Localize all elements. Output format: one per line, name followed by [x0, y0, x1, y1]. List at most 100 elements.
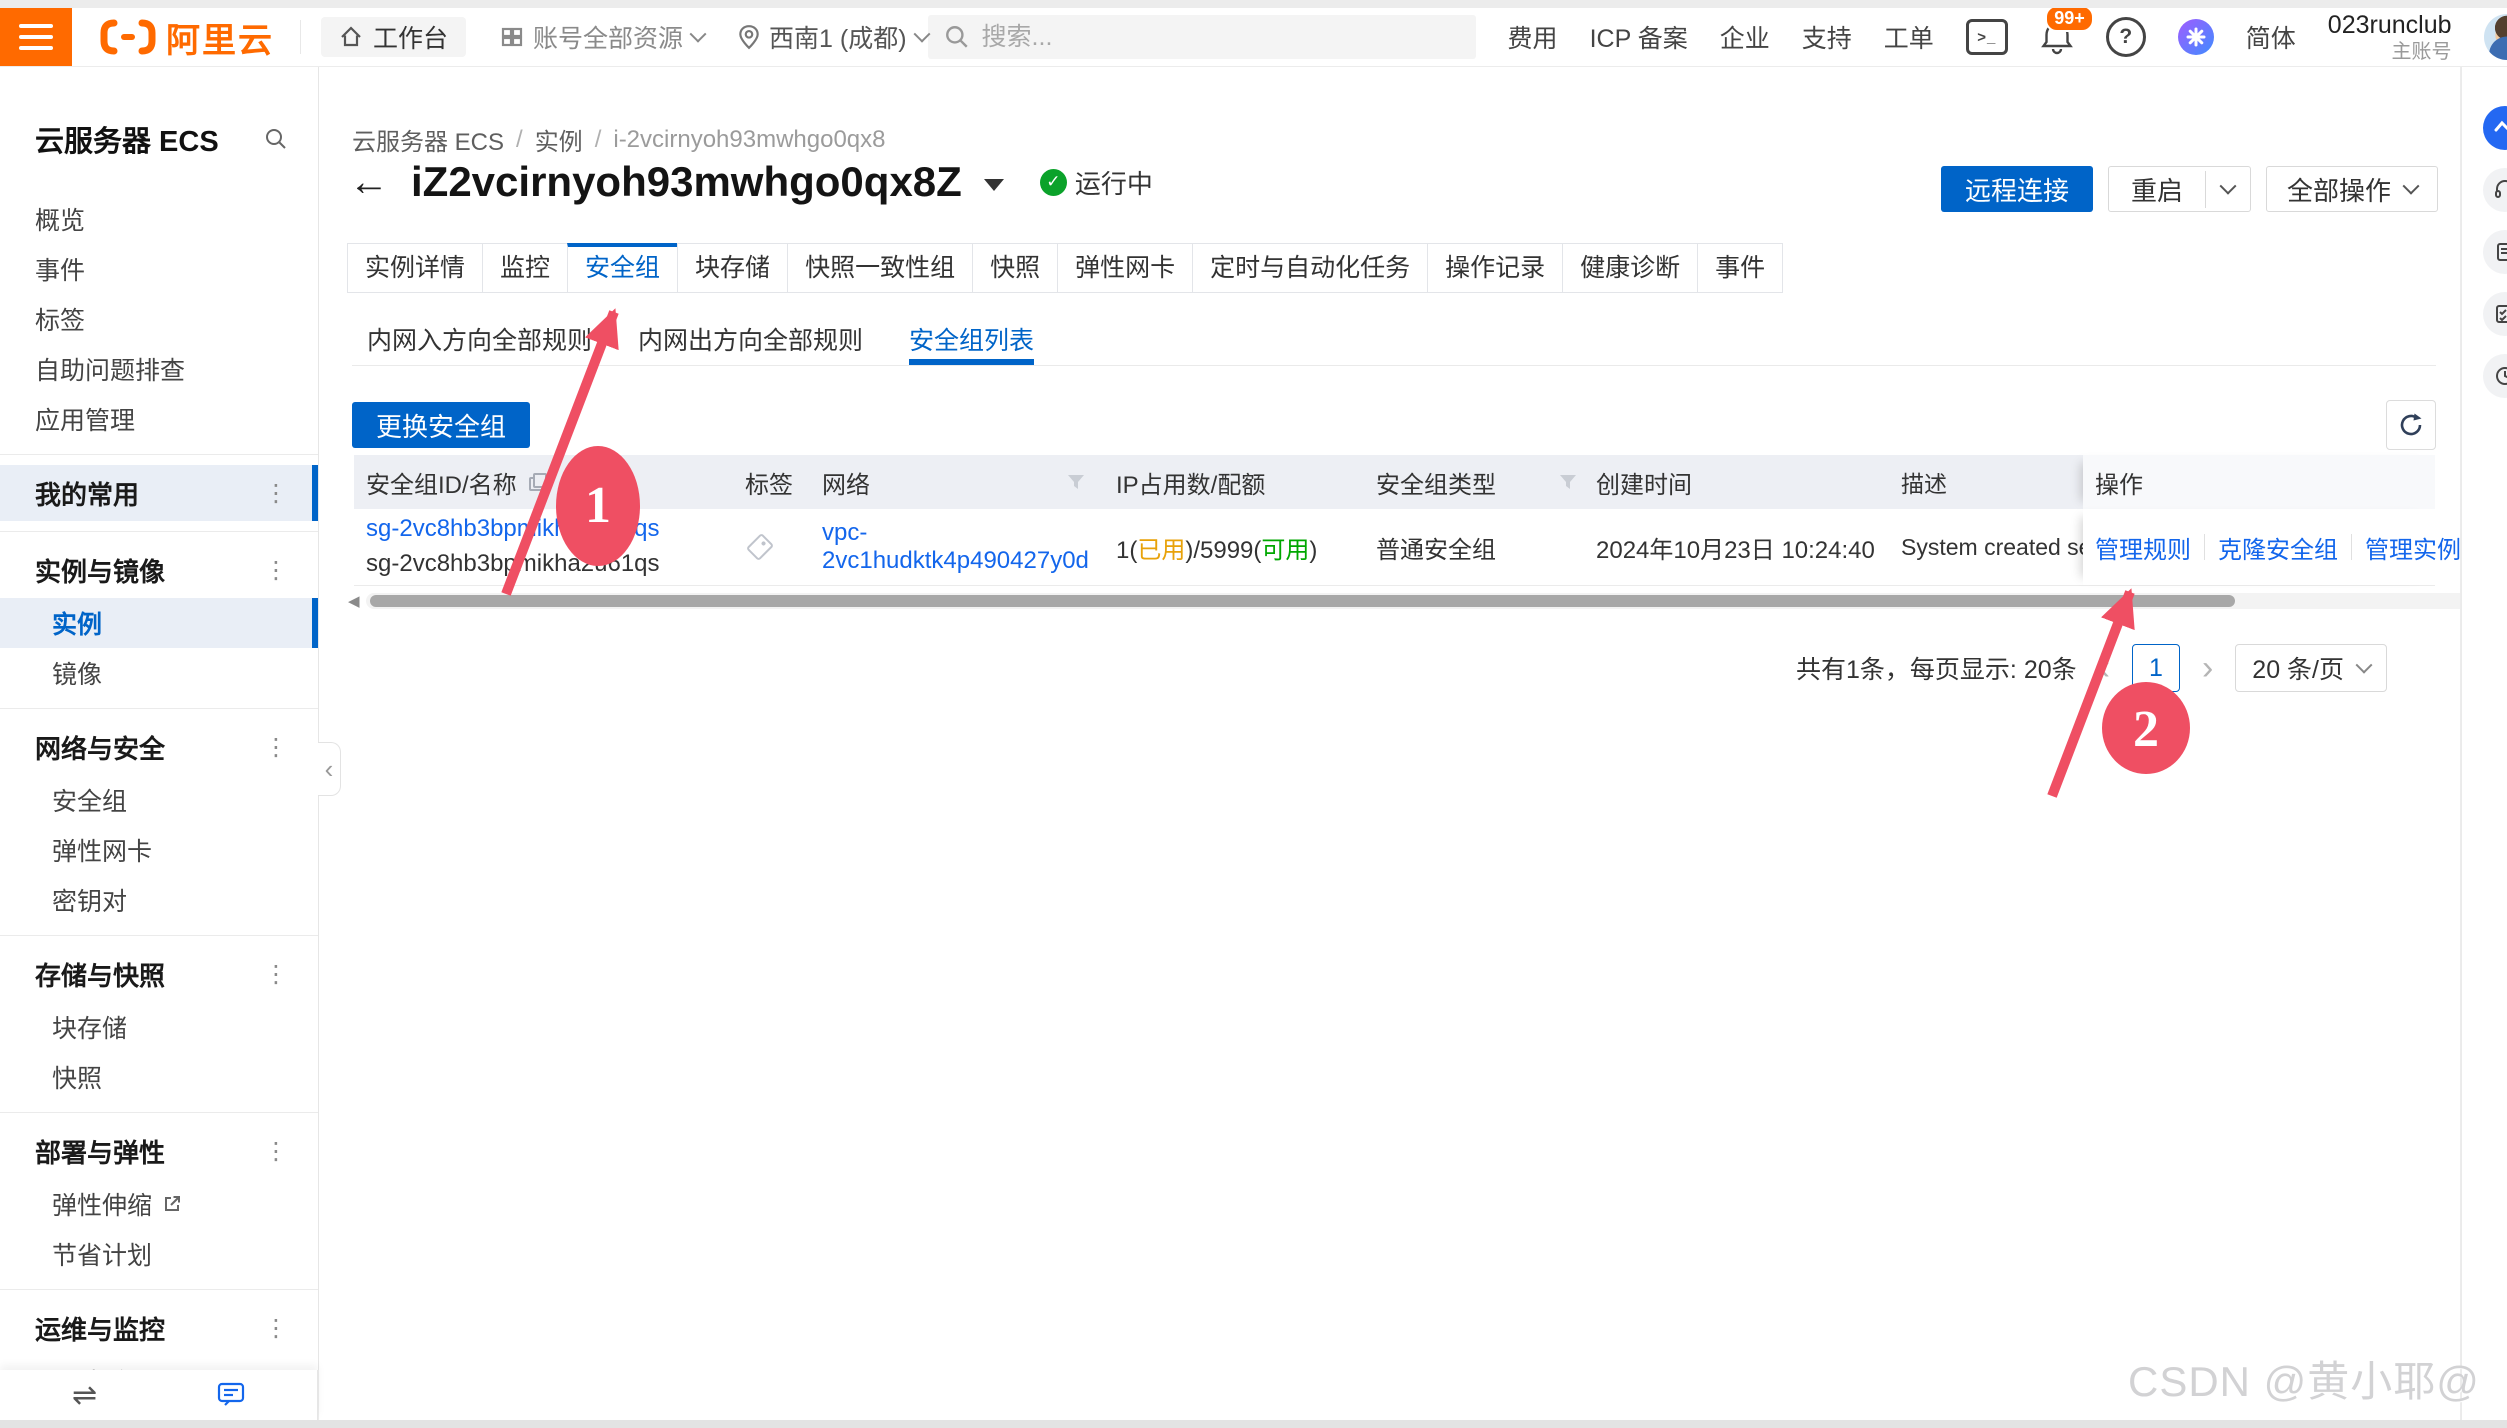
tag-icon[interactable]: [745, 532, 775, 562]
tab-snapshot-consistency-groups[interactable]: 快照一致性组: [787, 243, 973, 293]
scroll-left-arrow[interactable]: ◀: [348, 594, 360, 609]
section-more-icon[interactable]: [264, 960, 288, 989]
sidebar-section-network-security[interactable]: 网络与安全: [0, 719, 318, 775]
manage-rules-link[interactable]: 管理规则: [2095, 530, 2204, 565]
sidebar-item-savings-plan[interactable]: 节省计划: [0, 1229, 318, 1279]
menu-tickets[interactable]: 工单: [1884, 19, 1934, 55]
account-resources-selector[interactable]: 账号全部资源: [500, 19, 704, 55]
copy-icon[interactable]: [527, 471, 549, 493]
docs-icon[interactable]: [2483, 230, 2507, 274]
sidebar-item-cloud-assistant[interactable]: 云助手: [0, 1356, 318, 1370]
menu-icp[interactable]: ICP 备案: [1590, 19, 1688, 55]
cloudshell-icon[interactable]: >_: [1966, 19, 2008, 55]
avatar[interactable]: [2484, 14, 2507, 60]
page-number-button[interactable]: 1: [2132, 644, 2180, 692]
sidebar-item-autoscaling[interactable]: 弹性伸缩: [0, 1179, 318, 1229]
global-search[interactable]: [928, 15, 1476, 59]
subtab-inbound-rules[interactable]: 内网入方向全部规则: [367, 313, 592, 365]
tab-events[interactable]: 事件: [1697, 243, 1783, 293]
tab-eni[interactable]: 弹性网卡: [1057, 243, 1193, 293]
sidebar-section-favorites[interactable]: 我的常用: [0, 465, 318, 521]
notifications-bell-icon[interactable]: 99+: [2040, 19, 2074, 55]
change-security-group-button[interactable]: 更换安全组: [352, 402, 530, 448]
switch-version-icon[interactable]: ⇌: [72, 1378, 97, 1413]
remote-connect-button[interactable]: 远程连接: [1941, 166, 2093, 212]
page-size-selector[interactable]: 20 条/页: [2235, 644, 2387, 692]
tab-scheduled-tasks[interactable]: 定时与自动化任务: [1192, 243, 1428, 293]
section-more-icon[interactable]: [264, 556, 288, 585]
menu-support[interactable]: 支持: [1802, 19, 1852, 55]
tab-monitoring[interactable]: 监控: [482, 243, 568, 293]
chevron-down-icon: [690, 26, 707, 43]
tab-health-diagnosis[interactable]: 健康诊断: [1562, 243, 1698, 293]
support-headset-icon[interactable]: [2483, 168, 2507, 212]
tab-instance-details[interactable]: 实例详情: [347, 243, 483, 293]
assistant-star-icon[interactable]: [2178, 19, 2214, 55]
restart-button[interactable]: 重启: [2109, 171, 2206, 208]
sidebar-section-storage-snapshots[interactable]: 存储与快照: [0, 946, 318, 1002]
region-selector[interactable]: 西南1 (成都): [738, 19, 928, 55]
tab-security-groups[interactable]: 安全组: [567, 243, 678, 293]
vpc-link[interactable]: vpc-2vc1hudktk4p490427y0d: [822, 519, 1089, 575]
sidebar-item-images[interactable]: 镜像: [0, 648, 318, 698]
section-more-icon[interactable]: [264, 1314, 288, 1343]
sidebar-section-instances-images[interactable]: 实例与镜像: [0, 542, 318, 598]
menu-enterprise[interactable]: 企业: [1720, 19, 1770, 55]
sidebar-item-tags[interactable]: 标签: [0, 294, 318, 344]
refresh-button[interactable]: [2386, 400, 2436, 450]
breadcrumb-instances[interactable]: 实例: [535, 122, 583, 157]
sidebar-item-keypairs[interactable]: 密钥对: [0, 875, 318, 925]
sidebar-item-instances[interactable]: 实例: [0, 598, 318, 648]
restart-dropdown-caret[interactable]: [2206, 183, 2250, 195]
language-selector[interactable]: 简体: [2246, 19, 2296, 55]
tab-snapshots[interactable]: 快照: [972, 243, 1058, 293]
next-page-icon[interactable]: ›: [2202, 651, 2213, 685]
subtab-outbound-rules[interactable]: 内网出方向全部规则: [638, 313, 863, 365]
sidebar-search-icon[interactable]: [264, 127, 288, 151]
sidebar-item-app-management[interactable]: 应用管理: [0, 394, 318, 444]
status-badge: ✓ 运行中: [1040, 164, 1153, 201]
feedback-icon[interactable]: [217, 1382, 245, 1408]
sidebar-item-overview[interactable]: 概览: [0, 194, 318, 244]
aliyun-logo[interactable]: 阿里云: [100, 13, 274, 62]
tab-operation-records[interactable]: 操作记录: [1427, 243, 1563, 293]
section-more-icon[interactable]: [264, 1137, 288, 1166]
back-arrow-icon[interactable]: ←: [349, 162, 389, 202]
subtab-security-group-list[interactable]: 安全组列表: [909, 313, 1034, 365]
sidebar-item-block-storage[interactable]: 块存储: [0, 1002, 318, 1052]
title-dropdown-caret[interactable]: [984, 179, 1004, 191]
col-sg-type: 安全组类型: [1376, 465, 1496, 500]
filter-icon[interactable]: [1558, 472, 1578, 492]
history-clock-icon[interactable]: [2483, 354, 2507, 398]
prev-page-icon[interactable]: ‹: [2099, 651, 2110, 685]
scrollbar-track[interactable]: [366, 593, 2460, 609]
all-operations-button[interactable]: 全部操作: [2266, 166, 2438, 212]
account-info[interactable]: 023runclub 主账号: [2328, 10, 2452, 64]
checklist-icon[interactable]: [2483, 292, 2507, 336]
workbench-button[interactable]: 工作台: [321, 17, 466, 57]
sidebar-item-events[interactable]: 事件: [0, 244, 318, 294]
manage-instances-link[interactable]: 管理实例: [2352, 530, 2460, 565]
scrollbar-thumb[interactable]: [370, 595, 2235, 607]
hamburger-menu-button[interactable]: [0, 8, 72, 66]
help-icon[interactable]: ?: [2106, 17, 2146, 57]
security-group-id-link[interactable]: sg-2vc8hb3bpmikha2u61qs: [366, 515, 660, 544]
sidebar-item-troubleshoot[interactable]: 自助问题排查: [0, 344, 318, 394]
sidebar-section-deploy-elasticity[interactable]: 部署与弹性: [0, 1123, 318, 1179]
header-actions: 远程连接 重启 全部操作: [1941, 166, 2438, 212]
search-input[interactable]: [980, 22, 1460, 53]
sidebar-item-snapshots[interactable]: 快照: [0, 1052, 318, 1102]
sidebar-item-eni[interactable]: 弹性网卡: [0, 825, 318, 875]
tab-block-storage[interactable]: 块存储: [677, 243, 788, 293]
sidebar-section-ops-monitoring[interactable]: 运维与监控: [0, 1300, 318, 1356]
clone-security-group-link[interactable]: 克隆安全组: [2205, 530, 2351, 565]
section-more-icon[interactable]: [264, 733, 288, 762]
menu-billing[interactable]: 费用: [1508, 19, 1558, 55]
breadcrumb-ecs[interactable]: 云服务器 ECS: [352, 122, 504, 157]
filter-icon[interactable]: [1066, 472, 1086, 492]
sidebar-item-security-groups[interactable]: 安全组: [0, 775, 318, 825]
security-group-name: sg-2vc8hb3bpmikha2u61qs: [366, 550, 660, 579]
sidebar-collapse-handle[interactable]: [318, 742, 341, 796]
monitor-widget-icon[interactable]: [2483, 106, 2507, 150]
section-more-icon[interactable]: [264, 479, 288, 508]
